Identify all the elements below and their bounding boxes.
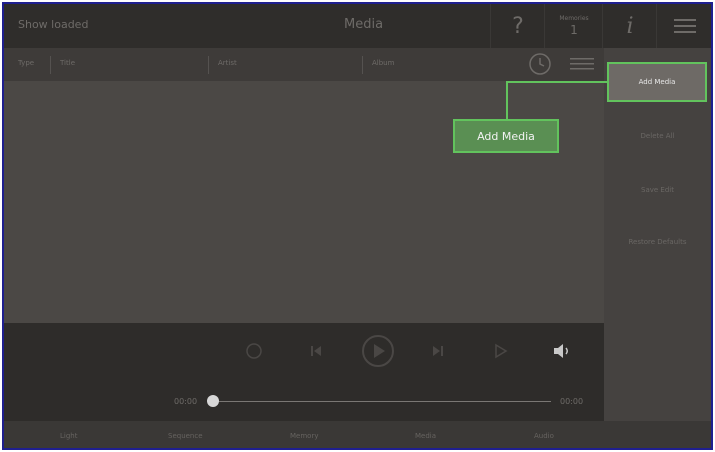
nav-item-media[interactable]: Media [415, 432, 436, 440]
column-divider [50, 56, 51, 74]
callout-connector [506, 81, 608, 83]
add-media-callout: Add Media [453, 119, 559, 153]
total-time: 00:00 [560, 397, 584, 406]
memories-button[interactable]: Memories 1 [544, 4, 603, 48]
callout-connector [506, 81, 508, 120]
column-title[interactable]: Title [60, 59, 75, 67]
column-album[interactable]: Album [372, 59, 394, 67]
memories-count: 1 [570, 23, 578, 37]
play-icon[interactable] [360, 333, 396, 369]
media-player: 00:00 00:00 [4, 323, 604, 421]
previous-track-icon[interactable] [304, 339, 328, 363]
bottom-nav: Light Sequence Memory Media Audio [4, 421, 711, 448]
history-clock-icon[interactable] [528, 52, 552, 76]
column-artist[interactable]: Artist [218, 59, 237, 67]
stop-icon[interactable] [242, 339, 266, 363]
list-view-icon[interactable] [570, 56, 594, 72]
column-divider [208, 56, 209, 74]
app-window: Show loaded Media ? Memories 1 i Type Ti… [2, 2, 713, 450]
sidebar: Delete All Save Edit Restore Defaults [604, 48, 711, 448]
volume-icon[interactable] [550, 339, 574, 363]
column-type[interactable]: Type [18, 59, 34, 67]
sidebar-item-save-edit[interactable]: Save Edit [604, 186, 711, 194]
nav-item-memory[interactable]: Memory [290, 432, 318, 440]
help-icon: ? [512, 13, 524, 39]
next-track-icon[interactable] [426, 339, 450, 363]
nav-item-audio[interactable]: Audio [534, 432, 554, 440]
info-button[interactable]: i [602, 4, 657, 48]
nav-item-light[interactable]: Light [60, 432, 77, 440]
column-header-row: Type Title Artist Album [4, 48, 604, 81]
column-divider [362, 56, 363, 74]
menu-button[interactable] [656, 4, 711, 48]
show-status: Show loaded [18, 18, 89, 31]
cue-play-icon[interactable] [488, 339, 512, 363]
sidebar-item-restore-defaults[interactable]: Restore Defaults [604, 238, 711, 246]
sidebar-item-add-media[interactable]: Add Media [607, 62, 707, 102]
help-button[interactable]: ? [490, 4, 545, 48]
elapsed-time: 00:00 [174, 397, 198, 406]
callout-label: Add Media [477, 129, 535, 143]
hamburger-menu-icon [673, 19, 696, 33]
page-title: Media [344, 17, 384, 32]
media-list-area[interactable] [4, 81, 604, 323]
seek-bar[interactable] [216, 401, 551, 402]
info-icon: i [626, 13, 634, 39]
seek-handle[interactable] [207, 395, 219, 407]
sidebar-item-delete-all[interactable]: Delete All [604, 132, 711, 140]
nav-item-sequence[interactable]: Sequence [168, 432, 203, 440]
top-bar: Show loaded Media ? Memories 1 i [4, 4, 711, 48]
sidebar-item-label: Add Media [638, 78, 676, 86]
memories-label: Memories [559, 15, 589, 22]
